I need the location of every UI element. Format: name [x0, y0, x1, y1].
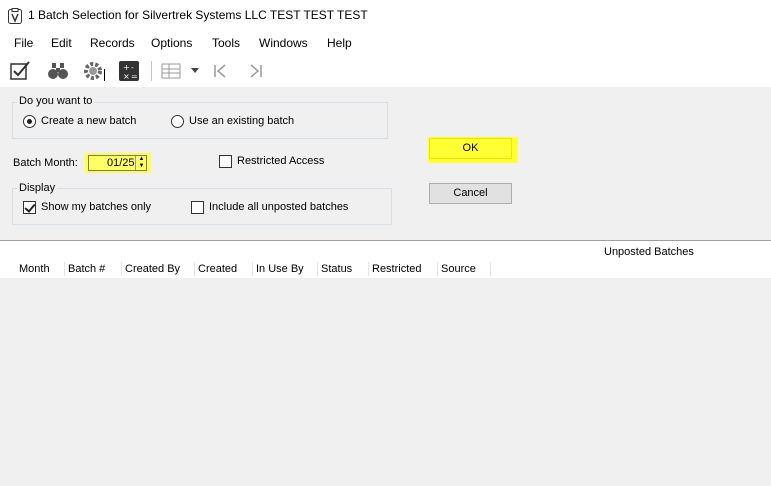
column-header-created-by[interactable]: Created By	[122, 262, 195, 276]
menu-bar: File Edit Records Options Tools Windows …	[0, 31, 771, 55]
column-header-batch-number[interactable]: Batch #	[65, 262, 122, 276]
first-record-icon[interactable]	[208, 59, 232, 83]
create-new-batch-radio[interactable]	[23, 115, 36, 128]
svg-text:+: +	[123, 63, 130, 72]
display-group-title: Display	[17, 182, 58, 194]
grid-header: Month Batch # Created By Created In Use …	[16, 260, 491, 278]
spin-down-icon[interactable]: ▼	[136, 163, 147, 170]
toolbar-separator	[151, 61, 152, 81]
include-all-unposted-label[interactable]: Include all unposted batches	[209, 201, 348, 213]
menu-edit[interactable]: Edit	[51, 36, 72, 50]
title-bar: 1 Batch Selection for Silvertrek Systems…	[0, 0, 771, 31]
column-header-source[interactable]: Source	[438, 262, 491, 276]
column-header-month[interactable]: Month	[16, 262, 65, 276]
calculator-icon[interactable]: + - × =	[117, 59, 141, 83]
show-my-batches-checkbox[interactable]	[23, 201, 36, 214]
spin-up-icon[interactable]: ▲	[136, 156, 147, 163]
column-header-restricted[interactable]: Restricted	[369, 262, 438, 276]
edit-check-icon[interactable]	[8, 59, 32, 83]
toolbar: + - × =	[0, 55, 771, 87]
grid-options-icon[interactable]	[160, 59, 184, 83]
grid-body	[0, 278, 771, 486]
use-existing-batch-radio[interactable]	[171, 115, 184, 128]
dropdown-caret-icon[interactable]	[188, 59, 202, 83]
cancel-button[interactable]: Cancel	[429, 183, 512, 204]
want-group-title: Do you want to	[17, 95, 95, 107]
menu-windows[interactable]: Windows	[259, 36, 308, 50]
batch-month-value[interactable]: 01/25	[107, 157, 135, 169]
gear-icon[interactable]	[81, 59, 105, 83]
batch-month-spinner[interactable]: ▲ ▼	[135, 156, 147, 170]
restricted-access-checkbox[interactable]	[219, 155, 232, 168]
ok-button[interactable]: OK	[429, 138, 512, 159]
menu-help[interactable]: Help	[327, 36, 352, 50]
menu-file[interactable]: File	[14, 36, 33, 50]
include-all-unposted-checkbox[interactable]	[191, 201, 204, 214]
menu-tools[interactable]: Tools	[212, 36, 240, 50]
batch-month-label: Batch Month:	[13, 157, 78, 169]
grid-caption: Unposted Batches	[604, 246, 694, 258]
create-new-batch-label[interactable]: Create a new batch	[41, 115, 136, 127]
restricted-access-label[interactable]: Restricted Access	[237, 155, 324, 167]
show-my-batches-label[interactable]: Show my batches only	[41, 201, 151, 213]
column-header-in-use-by[interactable]: In Use By	[253, 262, 318, 276]
svg-text:=: =	[131, 72, 138, 81]
text-caret	[104, 69, 105, 81]
batch-month-highlight: 01/25 ▲ ▼	[85, 153, 151, 173]
column-header-created[interactable]: Created	[195, 262, 253, 276]
menu-records[interactable]: Records	[90, 36, 135, 50]
column-header-status[interactable]: Status	[318, 262, 369, 276]
last-record-icon[interactable]	[244, 59, 268, 83]
window-title: 1 Batch Selection for Silvertrek Systems…	[28, 8, 368, 22]
use-existing-batch-label[interactable]: Use an existing batch	[189, 115, 294, 127]
svg-text:-: -	[131, 63, 134, 72]
app-icon	[8, 8, 22, 24]
batch-options-panel: Do you want to Create a new batch Use an…	[0, 87, 771, 241]
svg-text:×: ×	[123, 72, 130, 81]
binoculars-icon[interactable]	[46, 59, 70, 83]
menu-options[interactable]: Options	[151, 36, 192, 50]
unposted-batches-grid: Unposted Batches Month Batch # Created B…	[0, 242, 771, 486]
batch-month-field[interactable]: 01/25 ▲ ▼	[88, 155, 147, 171]
